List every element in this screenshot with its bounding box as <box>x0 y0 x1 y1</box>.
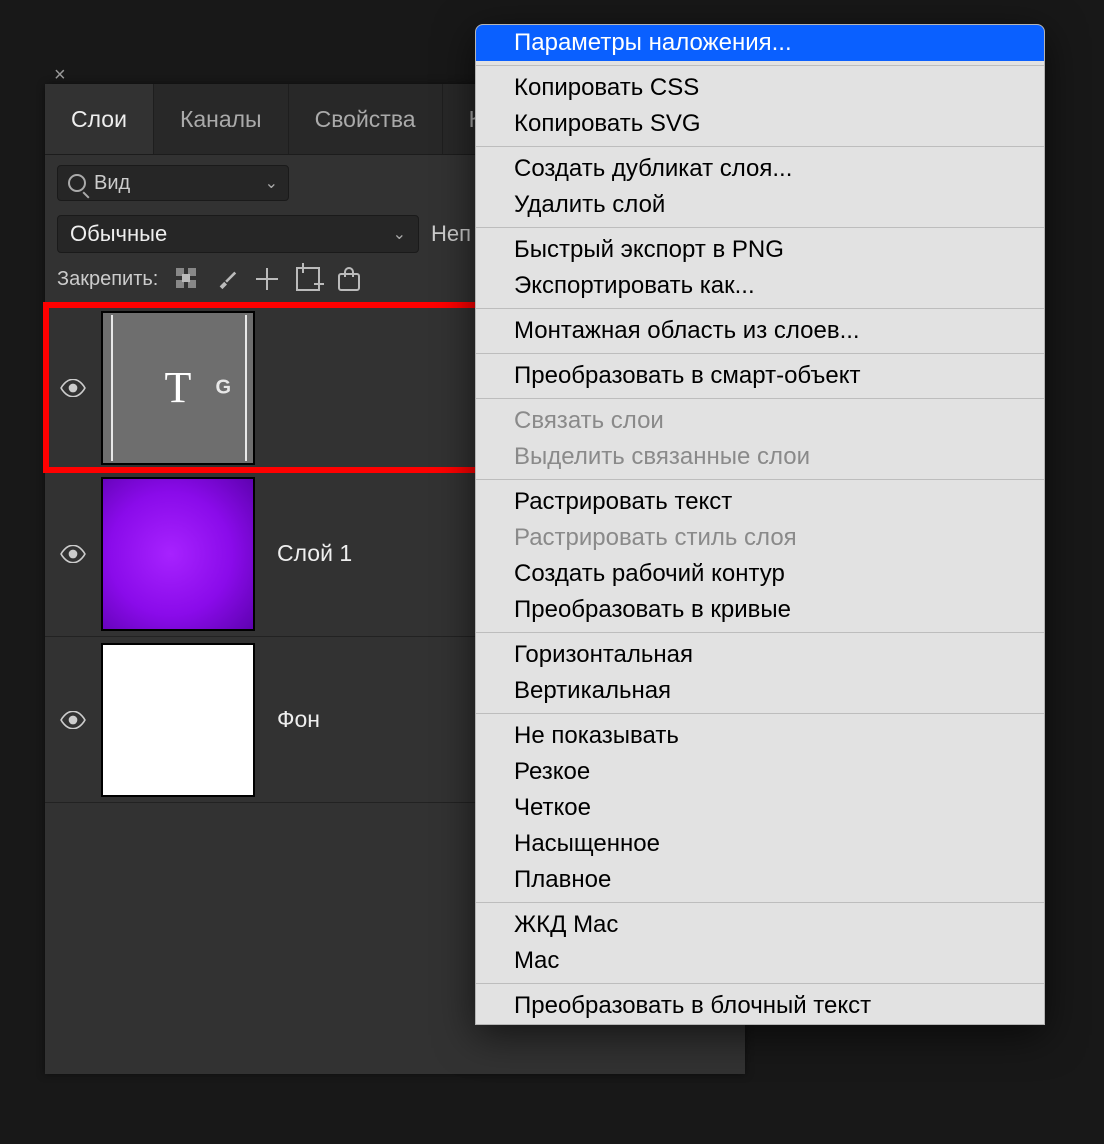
menu-item[interactable]: Монтажная область из слоев... <box>476 313 1044 349</box>
lock-pixels-icon[interactable] <box>216 268 238 290</box>
tab-properties[interactable]: Свойства <box>289 84 443 154</box>
menu-item[interactable]: Преобразовать в кривые <box>476 592 1044 628</box>
blend-mode-dropdown[interactable]: Обычные ⌄ <box>57 215 419 253</box>
menu-separator <box>476 479 1044 480</box>
menu-separator <box>476 902 1044 903</box>
tab-label: Свойства <box>315 106 416 133</box>
lock-label: Закрепить: <box>57 268 158 291</box>
menu-item[interactable]: Резкое <box>476 754 1044 790</box>
chevron-down-icon: ⌄ <box>265 173 278 193</box>
menu-separator <box>476 308 1044 309</box>
menu-item[interactable]: Быстрый экспорт в PNG <box>476 232 1044 268</box>
menu-separator <box>476 632 1044 633</box>
chevron-down-icon: ⌄ <box>393 224 406 244</box>
tab-label: Каналы <box>180 106 262 133</box>
text-layer-icon: T <box>165 362 192 413</box>
menu-item[interactable]: Создать дубликат слоя... <box>476 151 1044 187</box>
menu-item[interactable]: Копировать SVG <box>476 106 1044 142</box>
lock-position-icon[interactable] <box>256 268 278 290</box>
menu-separator <box>476 65 1044 66</box>
opacity-label: Неп <box>431 221 471 247</box>
filter-kind-label: Вид <box>94 172 130 195</box>
layer-filter-kind-dropdown[interactable]: Вид ⌄ <box>57 165 289 201</box>
layer-name[interactable]: Фон <box>277 706 320 733</box>
menu-item[interactable]: Четкое <box>476 790 1044 826</box>
menu-item[interactable]: Удалить слой <box>476 187 1044 223</box>
menu-item[interactable]: Создать рабочий контур <box>476 556 1044 592</box>
visibility-toggle[interactable] <box>45 545 101 563</box>
blend-mode-label: Обычные <box>70 221 167 247</box>
menu-item[interactable]: Растрировать текст <box>476 484 1044 520</box>
menu-separator <box>476 398 1044 399</box>
visibility-toggle[interactable] <box>45 711 101 729</box>
menu-item[interactable]: Mac <box>476 943 1044 979</box>
menu-separator <box>476 227 1044 228</box>
visibility-toggle[interactable] <box>45 379 101 397</box>
menu-item[interactable]: Преобразовать в блочный текст <box>476 988 1044 1024</box>
menu-item[interactable]: Экспортировать как... <box>476 268 1044 304</box>
menu-item[interactable]: Вертикальная <box>476 673 1044 709</box>
menu-item[interactable]: Плавное <box>476 862 1044 898</box>
menu-item[interactable]: Не показывать <box>476 718 1044 754</box>
layer-thumbnail[interactable]: T G <box>101 311 255 465</box>
menu-item: Связать слои <box>476 403 1044 439</box>
menu-separator <box>476 713 1044 714</box>
menu-item[interactable]: ЖКД Mac <box>476 907 1044 943</box>
menu-item: Выделить связанные слои <box>476 439 1044 475</box>
close-icon[interactable]: × <box>50 60 70 91</box>
menu-item[interactable]: Горизонтальная <box>476 637 1044 673</box>
menu-item[interactable]: Преобразовать в смарт-объект <box>476 358 1044 394</box>
layer-name[interactable]: Слой 1 <box>277 540 352 567</box>
tab-layers[interactable]: Слои <box>45 84 154 154</box>
menu-separator <box>476 983 1044 984</box>
layer-thumbnail[interactable] <box>101 477 255 631</box>
layer-thumbnail[interactable] <box>101 643 255 797</box>
lock-artboard-icon[interactable] <box>296 267 320 291</box>
menu-item: Растрировать стиль слоя <box>476 520 1044 556</box>
layer-preview-letter: G <box>215 376 231 399</box>
menu-separator <box>476 146 1044 147</box>
menu-item[interactable]: Параметры наложения... <box>476 25 1044 61</box>
lock-transparency-icon[interactable] <box>176 268 198 290</box>
menu-item[interactable]: Копировать CSS <box>476 70 1044 106</box>
tab-label: Слои <box>71 106 127 133</box>
lock-all-icon[interactable] <box>338 273 360 291</box>
tab-channels[interactable]: Каналы <box>154 84 289 154</box>
menu-separator <box>476 353 1044 354</box>
search-icon <box>68 174 86 192</box>
menu-item[interactable]: Насыщенное <box>476 826 1044 862</box>
layer-context-menu: Параметры наложения... Копировать CSSКопи… <box>475 24 1045 1025</box>
